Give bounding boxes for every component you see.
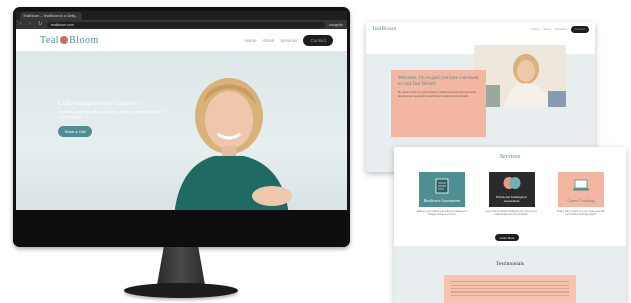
logo-flower-icon — [60, 36, 69, 44]
about-welcome-paragraph: My name is Liza, I'm your partner in bui… — [398, 91, 477, 98]
hero-portrait-image — [174, 78, 292, 210]
browser-tab-bar: TealBloom – TealBloom is a Getty... — [16, 11, 347, 20]
testimonial-quote-box — [444, 275, 576, 303]
forward-arrow-icon[interactable]: › — [29, 22, 34, 27]
testimonials-section: Testimonials — [394, 246, 626, 303]
desktop-monitor: TealBloom – TealBloom is a Getty... ‹ › … — [13, 7, 350, 247]
profile-label[interactable]: Incognito — [329, 23, 343, 27]
site-logo[interactable]: Teal Bloom — [40, 35, 99, 46]
laptop-icon — [572, 172, 590, 199]
monitor-screen: TealBloom – TealBloom is a Getty... ‹ › … — [16, 11, 347, 210]
service-description: Build a plan to reach your next career g… — [557, 211, 605, 217]
hero-subtitle: Providing career-building services to en… — [58, 110, 165, 119]
service-descriptions: Measure your resiliency and develop stra… — [414, 211, 609, 218]
service-card-resilience[interactable]: Resilience Assessment — [419, 172, 465, 207]
browser-tab[interactable]: TealBloom – TealBloom is a Getty... — [20, 12, 82, 20]
contact-button[interactable]: Contact — [303, 34, 333, 46]
services-cards: Resilience Assessment Emotional Intellig… — [419, 172, 604, 207]
service-card-label: Emotional Intelligence Assessment — [496, 194, 527, 204]
about-welcome-title: Welcome, I'm so glad you have a moment t… — [398, 76, 479, 87]
clipboard-icon — [435, 172, 449, 199]
book-call-button[interactable]: Book a Call — [58, 126, 93, 137]
reload-icon[interactable]: ↻ — [38, 22, 43, 27]
monitor-bezel-chin — [13, 210, 350, 247]
nav-services[interactable]: Services — [280, 38, 297, 43]
about-nav-services[interactable]: Services — [555, 27, 567, 31]
nav-home[interactable]: Home — [244, 38, 256, 43]
about-logo[interactable]: TealBloom — [372, 26, 396, 32]
site-nav: Home About Services Contact — [244, 34, 333, 46]
service-card-emotional-intelligence[interactable]: Emotional Intelligence Assessment — [488, 172, 535, 207]
nav-about[interactable]: About — [262, 38, 274, 43]
monitor-stand-neck — [157, 247, 205, 285]
service-card-career-coaching[interactable]: Career Coaching — [558, 172, 604, 207]
hero-text-block: Cultivating career success Providing car… — [58, 98, 168, 138]
learn-more-button[interactable]: Learn More — [495, 234, 520, 241]
brain-icon — [503, 172, 521, 195]
service-description: Measure your resiliency and develop stra… — [416, 211, 468, 217]
service-card-label: Resilience Assessment — [423, 198, 461, 204]
testimonials-title: Testimonials — [495, 261, 525, 267]
about-nav-home[interactable]: Home — [531, 27, 539, 31]
hero-section: Cultivating career success Providing car… — [16, 51, 347, 210]
back-arrow-icon[interactable]: ‹ — [20, 22, 25, 27]
hero-title: Cultivating career success — [58, 98, 138, 107]
service-card-label: Career Coaching — [567, 198, 595, 204]
site-header: Teal Bloom Home About Services Contact — [16, 29, 347, 51]
url-input[interactable]: tealbloom.com — [47, 21, 325, 28]
about-nav-about[interactable]: About — [543, 27, 551, 31]
services-title: Services — [499, 154, 521, 160]
about-page-header: TealBloom Home About Services Contact — [366, 22, 595, 36]
monitor-stand-base — [124, 283, 238, 298]
logo-text-teal: Teal — [40, 34, 60, 46]
about-portrait-image — [474, 45, 566, 107]
service-description: Learn how emotional intelligence can imp… — [485, 211, 538, 217]
about-nav: Home About Services Contact — [531, 25, 589, 33]
about-contact-button[interactable]: Contact — [570, 25, 589, 33]
browser-address-bar: ‹ › ↻ tealbloom.com Incognito — [16, 20, 347, 29]
services-page-mockup: Services Resilience Assessment Emotional… — [394, 147, 626, 303]
logo-text-bloom: Bloom — [69, 34, 99, 46]
about-welcome-box: Welcome, I'm so glad you have a moment t… — [391, 70, 486, 137]
